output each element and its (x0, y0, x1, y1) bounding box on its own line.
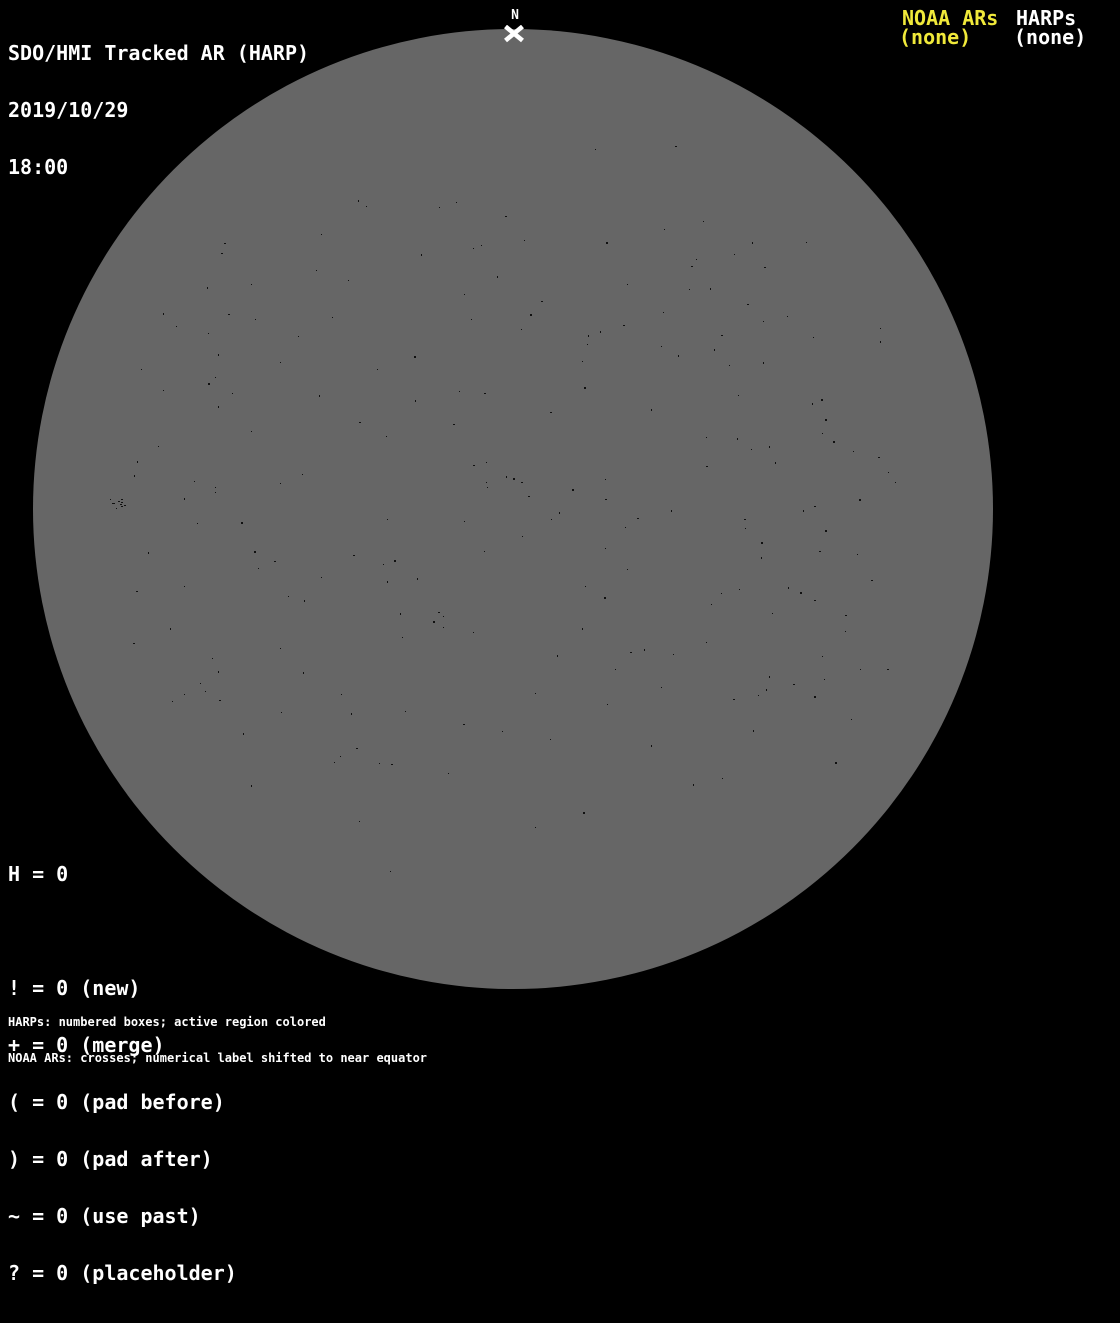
noaa-ars-value: (none) (899, 25, 972, 49)
north-pole-label: N (511, 8, 519, 23)
plot-caption: HARPs: numbered boxes; active region col… (8, 992, 427, 1088)
title-block: SDO/HMI Tracked AR (HARP) 2019/10/29 18:… (8, 6, 309, 215)
legend-row-pad-before: ( = 0 (pad before) (8, 1090, 225, 1114)
plot-time: 18:00 (8, 155, 69, 179)
legend-row-use-past: ~ = 0 (use past) (8, 1204, 201, 1228)
north-pole-cross-icon (504, 25, 524, 43)
harps-value: (none) (1014, 25, 1087, 49)
legend-row-h-count: H = 0 (8, 862, 69, 886)
legend-row-pad-after: ) = 0 (pad after) (8, 1147, 213, 1171)
caption-noaa-line: NOAA ARs: crosses; numerical label shift… (8, 1051, 428, 1065)
caption-harps-line: HARPs: numbered boxes; active region col… (8, 1015, 326, 1029)
plot-title: SDO/HMI Tracked AR (HARP) (8, 41, 310, 65)
plot-date: 2019/10/29 (8, 98, 129, 122)
legend-row-spacer (8, 922, 237, 941)
legend-row-placeholder: ? = 0 (placeholder) (8, 1261, 237, 1285)
harp-full-disk-plot: SDO/HMI Tracked AR (HARP) 2019/10/29 18:… (0, 0, 1120, 1283)
